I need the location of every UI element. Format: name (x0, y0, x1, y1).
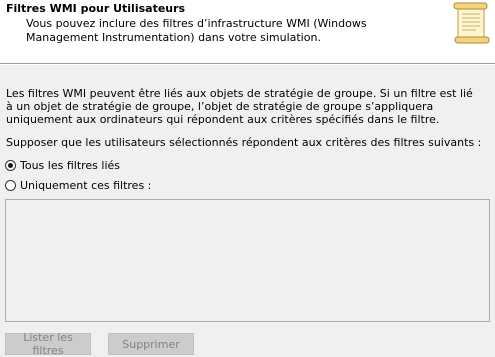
list-filters-button[interactable]: Lister les filtres (5, 331, 91, 357)
radio-only-these-filters[interactable]: Uniquement ces filtres : (5, 179, 151, 192)
info-text: Les filtres WMI peuvent être liés aux ob… (6, 87, 473, 126)
radio-all-linked-filters[interactable]: Tous les filtres liés (5, 159, 120, 172)
wizard-header: Filtres WMI pour Utilisateurs Vous pouve… (0, 0, 495, 63)
delete-button[interactable]: Supprimer (108, 333, 194, 355)
radio-only-these-label: Uniquement ces filtres : (20, 179, 152, 192)
radio-all-linked-label: Tous les filtres liés (20, 159, 121, 172)
prompt-text: Supposer que les utilisateurs sélectionn… (6, 136, 482, 149)
page-description: Vous pouvez inclure des filtres d’infras… (26, 17, 367, 44)
page-title: Filtres WMI pour Utilisateurs (6, 2, 186, 15)
header-divider (0, 63, 495, 65)
radio-button-checked[interactable] (5, 160, 16, 171)
filter-list-box[interactable] (5, 199, 490, 322)
scroll-icon (453, 2, 490, 44)
radio-button-unchecked[interactable] (5, 180, 16, 191)
